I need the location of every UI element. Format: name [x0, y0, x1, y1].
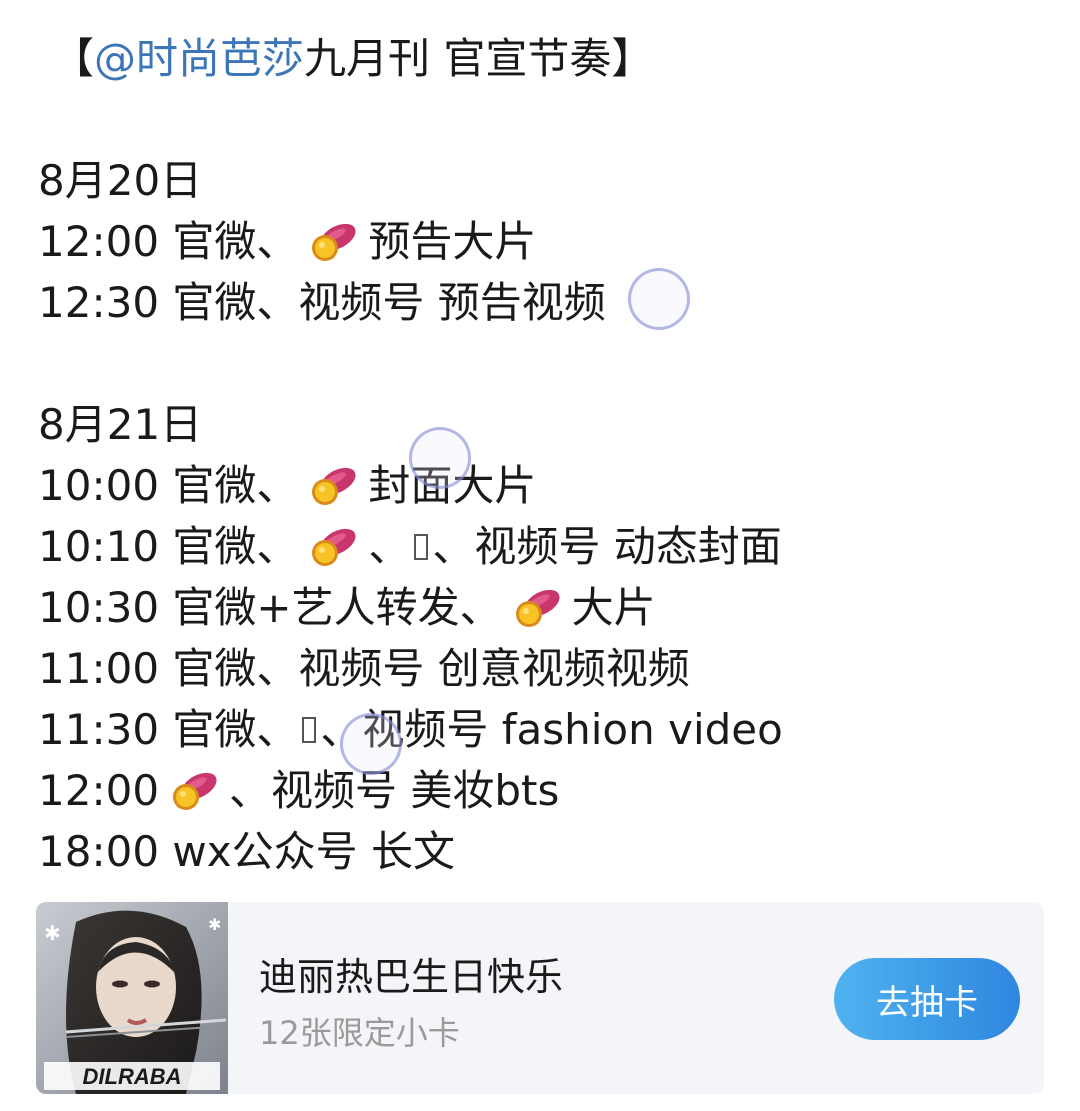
promo-subtitle: 12张限定小卡 [259, 1014, 460, 1052]
schedule-line: 18:00 wx公众号 长文 [38, 827, 455, 876]
schedule-line: 12:00 、视频号 美妆bts [38, 766, 560, 815]
sweet-potato-icon [308, 464, 358, 508]
schedule-line: 10:00 官微、 封面大片 [38, 461, 537, 510]
sweet-potato-icon [169, 769, 219, 813]
post-body: 【 @时尚芭莎 九月刊 官宣节奏】 8月20日 12:00 官微、 预告大片 1… [38, 28, 1048, 882]
mention-link[interactable]: @时尚芭莎 [94, 28, 304, 89]
sweet-potato-icon [308, 525, 358, 569]
schedule-line: 11:30 官微、 、视频号 fashion video [38, 705, 783, 754]
promo-title: 迪丽热巴生日快乐 [259, 955, 564, 999]
svg-text:✱: ✱ [208, 915, 221, 934]
sweet-potato-icon [308, 220, 358, 264]
schedule-line: 12:30 官微、视频号 预告视频 [38, 278, 606, 327]
date-heading: 8月21日 [38, 400, 203, 449]
schedule-line: 10:30 官微+艺人转发、 大片 [38, 583, 656, 632]
post-title: 【 @时尚芭莎 九月刊 官宣节奏】 [38, 28, 1048, 89]
schedule-line: 12:00 官微、 预告大片 [38, 217, 537, 266]
sweet-potato-icon [512, 586, 562, 630]
missing-emoji-icon [302, 716, 317, 743]
missing-emoji-icon [414, 533, 429, 560]
schedule-line: 11:00 官微、视频号 创意视频视频 [38, 644, 690, 693]
thumbnail-logo-text: DILRABA [83, 1064, 182, 1089]
svg-text:✱: ✱ [44, 921, 61, 945]
promo-thumbnail: ✱ ✱ DILRABA [36, 902, 228, 1094]
date-heading: 8月20日 [38, 156, 203, 205]
promo-card[interactable]: ✱ ✱ DILRABA 迪丽热巴生日快乐 12张限定小卡 去抽卡 [36, 902, 1044, 1094]
schedule-line: 10:10 官微、 、 、视频号 动态封面 [38, 522, 782, 571]
draw-card-button[interactable]: 去抽卡 [834, 958, 1020, 1040]
